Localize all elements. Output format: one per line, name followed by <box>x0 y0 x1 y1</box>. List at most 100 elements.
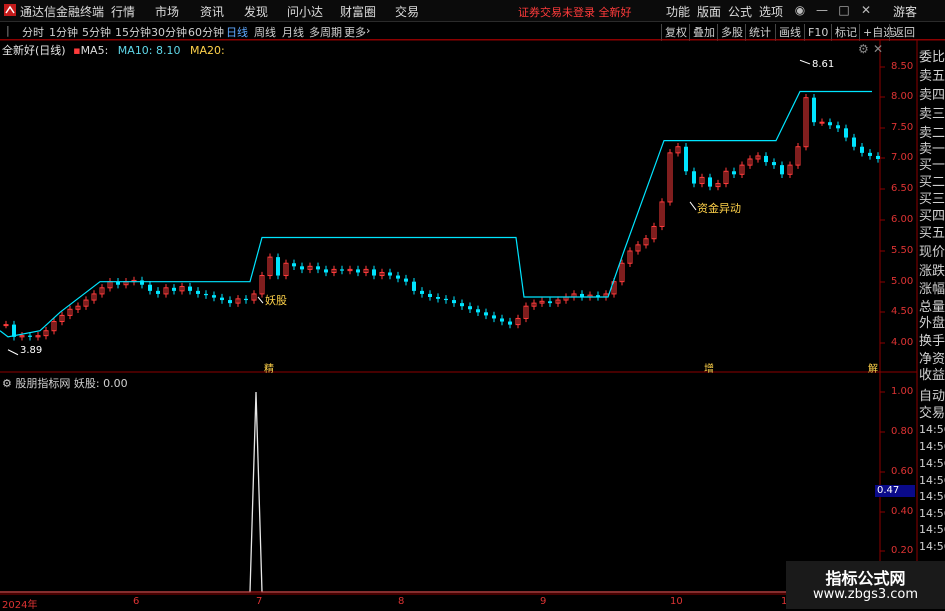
date-tick: 6 <box>133 596 140 607</box>
candle-body <box>172 287 176 291</box>
candle-body <box>316 266 320 270</box>
price-tick: 4.00 <box>891 337 914 348</box>
price-tick: 5.00 <box>891 276 914 287</box>
side-label: 收益 <box>919 368 945 383</box>
candle-body <box>220 297 224 301</box>
candle-body <box>156 290 160 294</box>
low-price-label: 3.89 <box>20 345 43 356</box>
side-label: 卖四 <box>919 88 945 103</box>
close-chart-icon[interactable]: ✕ <box>873 42 883 56</box>
candle-body <box>412 281 416 291</box>
settings-icon[interactable]: ⚙ <box>858 42 869 56</box>
candle-body <box>276 257 280 276</box>
indicator-value: 妖股: 0.00 <box>73 377 128 390</box>
candle-body <box>292 263 296 267</box>
high-marker-line <box>799 59 811 65</box>
watermark-url: www.zbgs3.com <box>812 587 919 602</box>
event-marker[interactable]: 解 <box>868 360 878 375</box>
sub-tick: 0.40 <box>891 506 914 517</box>
candle-body <box>819 121 825 124</box>
kline-chart[interactable] <box>0 0 945 609</box>
side-label: 换手 <box>919 334 945 349</box>
date-tick: 7 <box>256 596 263 607</box>
ma10-line <box>0 90 872 338</box>
price-tick: 7.50 <box>891 122 914 133</box>
indicator-name: 股朋指标网 <box>15 377 71 390</box>
price-tick: 8.00 <box>891 91 914 102</box>
candle-body <box>836 125 840 129</box>
candle-body <box>852 137 856 147</box>
candle-body <box>828 122 832 126</box>
indicator-settings-icon[interactable]: ⚙ <box>2 377 12 390</box>
candle-body <box>812 97 816 123</box>
candle-body <box>868 152 872 156</box>
event-marker[interactable]: 增 <box>704 360 714 375</box>
candle-body <box>508 321 512 325</box>
price-tick: 4.50 <box>891 306 914 317</box>
candle-body <box>420 290 424 294</box>
candle-body <box>196 290 200 294</box>
zijin-label: 资金异动 <box>697 202 741 215</box>
price-tick: 6.50 <box>891 183 914 194</box>
candle-body <box>140 280 144 285</box>
candle-body <box>476 309 480 313</box>
ma10-label: MA10: 8.10 <box>117 44 181 57</box>
candle-body <box>460 303 464 307</box>
candle-body <box>876 155 880 159</box>
date-tick: 9 <box>540 596 547 607</box>
candle-body <box>188 286 192 291</box>
price-tick: 5.50 <box>891 245 914 256</box>
side-time: 14:56 <box>919 507 945 520</box>
sub-tick: 0.20 <box>891 545 914 556</box>
candle-body <box>388 272 392 276</box>
candle-body <box>244 298 248 301</box>
main-legend: 全新好(日线) ▪MA5: MA10: 8.10 MA20: <box>2 42 225 58</box>
candle-body <box>844 128 848 138</box>
candle-body <box>148 284 152 291</box>
candle-body <box>324 269 328 273</box>
side-trade[interactable]: 交易 <box>919 402 945 421</box>
candle-body <box>340 269 344 271</box>
side-label: 涨跌 <box>919 264 945 279</box>
candle-body <box>28 335 32 337</box>
price-tick: 6.00 <box>891 214 914 225</box>
side-time: 14:56 <box>919 523 945 536</box>
side-time: 14:56 <box>919 474 945 487</box>
side-time: 14:56 <box>919 457 945 470</box>
price-tick: 7.00 <box>891 152 914 163</box>
watermark: 指标公式网 www.zbgs3.com <box>786 561 945 609</box>
price-tick: 8.50 <box>891 61 914 72</box>
sub-legend: ⚙ 股朋指标网 妖股: 0.00 <box>2 375 128 391</box>
candle-body <box>436 297 440 299</box>
candle-body <box>228 300 232 304</box>
side-label: 涨幅 <box>919 282 945 297</box>
watermark-title: 指标公式网 <box>825 569 906 588</box>
side-label: 买五 <box>919 226 945 241</box>
ma5-icon: ▪ <box>73 44 81 57</box>
candle-body <box>684 146 688 172</box>
yaogu-label: 妖股 <box>265 294 287 307</box>
candle-body <box>300 266 304 270</box>
candle-body <box>484 312 488 316</box>
side-time: 14:56 <box>919 423 945 436</box>
candle-body <box>780 165 784 175</box>
current-value-badge: 0.47 <box>875 485 915 497</box>
event-marker[interactable]: 精 <box>264 360 274 375</box>
candle-body <box>732 171 736 175</box>
side-label: 委比 <box>919 50 945 65</box>
side-label: 卖三 <box>919 107 945 122</box>
sub-tick: 0.80 <box>891 426 914 437</box>
side-time: 14:56 <box>919 490 945 503</box>
candle-body <box>492 315 496 319</box>
candle-body <box>708 177 712 187</box>
candle-body <box>372 269 376 276</box>
yaogu-indicator-line <box>0 391 880 593</box>
candle-body <box>444 298 448 301</box>
side-time: 14:56 <box>919 540 945 553</box>
sub-tick: 0.60 <box>891 466 914 477</box>
sub-tick: 1.00 <box>891 386 914 397</box>
candle-body <box>692 171 696 184</box>
candle-body <box>772 162 776 166</box>
candle-body <box>548 301 552 304</box>
yaogu-arrow <box>257 296 264 304</box>
